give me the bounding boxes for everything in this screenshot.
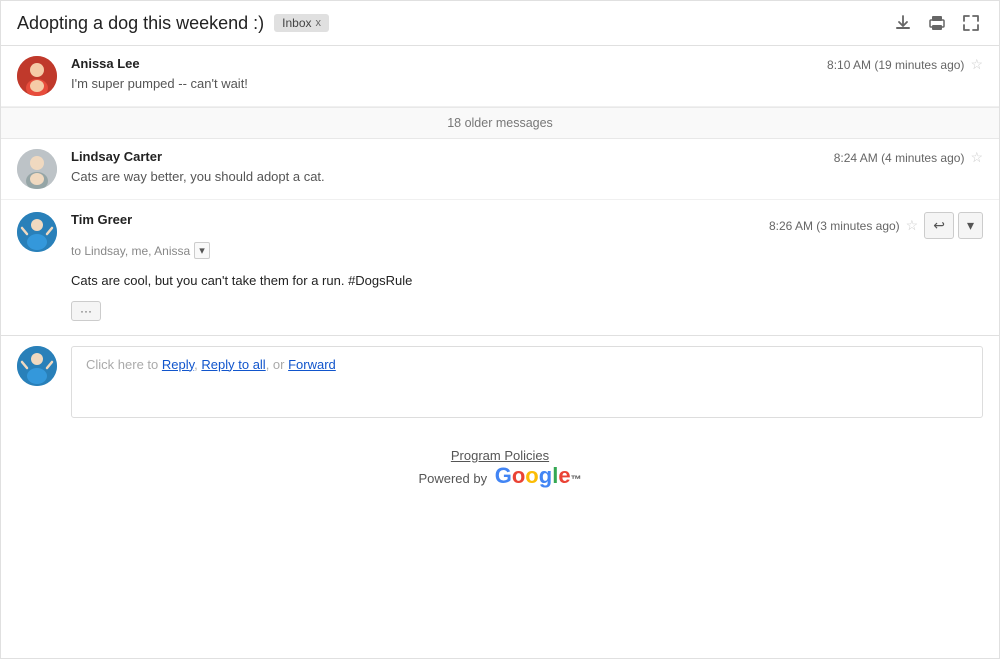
powered-by-line: Powered by Google™ [1,463,999,489]
header-icons [891,11,983,35]
reply-box[interactable]: Click here to Reply, Reply to all, or Fo… [71,346,983,418]
message-row: Anissa Lee 8:10 AM (19 minutes ago) ☆ I'… [1,46,999,107]
time-text: 8:24 AM (4 minutes ago) [834,151,965,165]
sender-name: Tim Greer [71,212,132,227]
reply-link[interactable]: Reply [162,357,194,372]
sender-name: Lindsay Carter [71,149,162,164]
email-subject: Adopting a dog this weekend :) [17,13,264,34]
reply-prompt: Click here to [86,357,162,372]
message-actions: ↩ ▾ [924,212,983,239]
message-body: Lindsay Carter 8:24 AM (4 minutes ago) ☆… [71,149,983,184]
email-header: Adopting a dog this weekend :) Inbox x [1,1,999,46]
message-body: Tim Greer 8:26 AM (3 minutes ago) ☆ ↩ ▾ … [71,212,983,321]
older-messages-divider[interactable]: 18 older messages [1,107,999,139]
reply-all-link[interactable]: Reply to all [201,357,265,372]
reply-row: Click here to Reply, Reply to all, or Fo… [1,336,999,428]
inbox-badge[interactable]: Inbox x [274,14,329,32]
inbox-badge-close[interactable]: x [316,17,322,29]
message-list: Anissa Lee 8:10 AM (19 minutes ago) ☆ I'… [1,46,999,428]
recipients-dropdown[interactable]: ▾ [194,242,210,259]
email-header-left: Adopting a dog this weekend :) Inbox x [17,13,329,34]
recipients-text: to Lindsay, me, Anissa [71,244,190,258]
time-text: 8:10 AM (19 minutes ago) [827,58,964,72]
star-icon[interactable]: ☆ [970,56,983,73]
avatar [17,212,57,252]
message-snippet: I'm super pumped -- can't wait! [71,76,983,91]
star-icon[interactable]: ☆ [970,149,983,166]
or-text: , or [266,357,288,372]
message-snippet: Cats are way better, you should adopt a … [71,169,983,184]
recipients-line: to Lindsay, me, Anissa ▾ [71,242,983,259]
forward-link[interactable]: Forward [288,357,336,372]
g-letter-o1: o [512,463,525,489]
older-messages-label: 18 older messages [447,116,553,130]
program-policies-link[interactable]: Program Policies [451,448,549,463]
reply-avatar [17,346,57,386]
avatar [17,56,57,96]
download-button[interactable] [891,11,915,35]
message-meta: Lindsay Carter 8:24 AM (4 minutes ago) ☆ [71,149,983,166]
more-options-button[interactable]: ··· [71,301,101,321]
g-letter-o2: o [525,463,538,489]
expand-button[interactable] [959,11,983,35]
g-letter-e: e [558,463,570,489]
message-time: 8:26 AM (3 minutes ago) ☆ ↩ ▾ [769,212,983,239]
ellipsis-icon: ··· [80,304,92,318]
inbox-badge-label: Inbox [282,16,311,30]
message-row-expanded: Tim Greer 8:26 AM (3 minutes ago) ☆ ↩ ▾ … [1,200,999,336]
powered-by-text: Powered by [418,471,490,486]
avatar [17,149,57,189]
google-logo: Google™ [495,463,582,489]
email-container: Adopting a dog this weekend :) Inbox x [0,0,1000,659]
message-time: 8:10 AM (19 minutes ago) ☆ [827,56,983,73]
policies-line: Program Policies [1,448,999,463]
print-button[interactable] [925,11,949,35]
message-meta: Anissa Lee 8:10 AM (19 minutes ago) ☆ [71,56,983,73]
message-body: Anissa Lee 8:10 AM (19 minutes ago) ☆ I'… [71,56,983,91]
message-row: Lindsay Carter 8:24 AM (4 minutes ago) ☆… [1,139,999,200]
message-content: Cats are cool, but you can't take them f… [71,271,983,291]
reply-button[interactable]: ↩ [924,212,954,239]
more-actions-button[interactable]: ▾ [958,212,983,239]
g-letter-g2: g [539,463,552,489]
sender-name: Anissa Lee [71,56,140,71]
g-trademark: ™ [571,474,582,486]
star-icon[interactable]: ☆ [906,217,919,234]
email-footer: Program Policies Powered by Google™ [1,428,999,505]
time-text: 8:26 AM (3 minutes ago) [769,219,900,233]
message-time: 8:24 AM (4 minutes ago) ☆ [834,149,983,166]
message-meta: Tim Greer 8:26 AM (3 minutes ago) ☆ ↩ ▾ [71,212,983,239]
g-letter-g: G [495,463,512,489]
